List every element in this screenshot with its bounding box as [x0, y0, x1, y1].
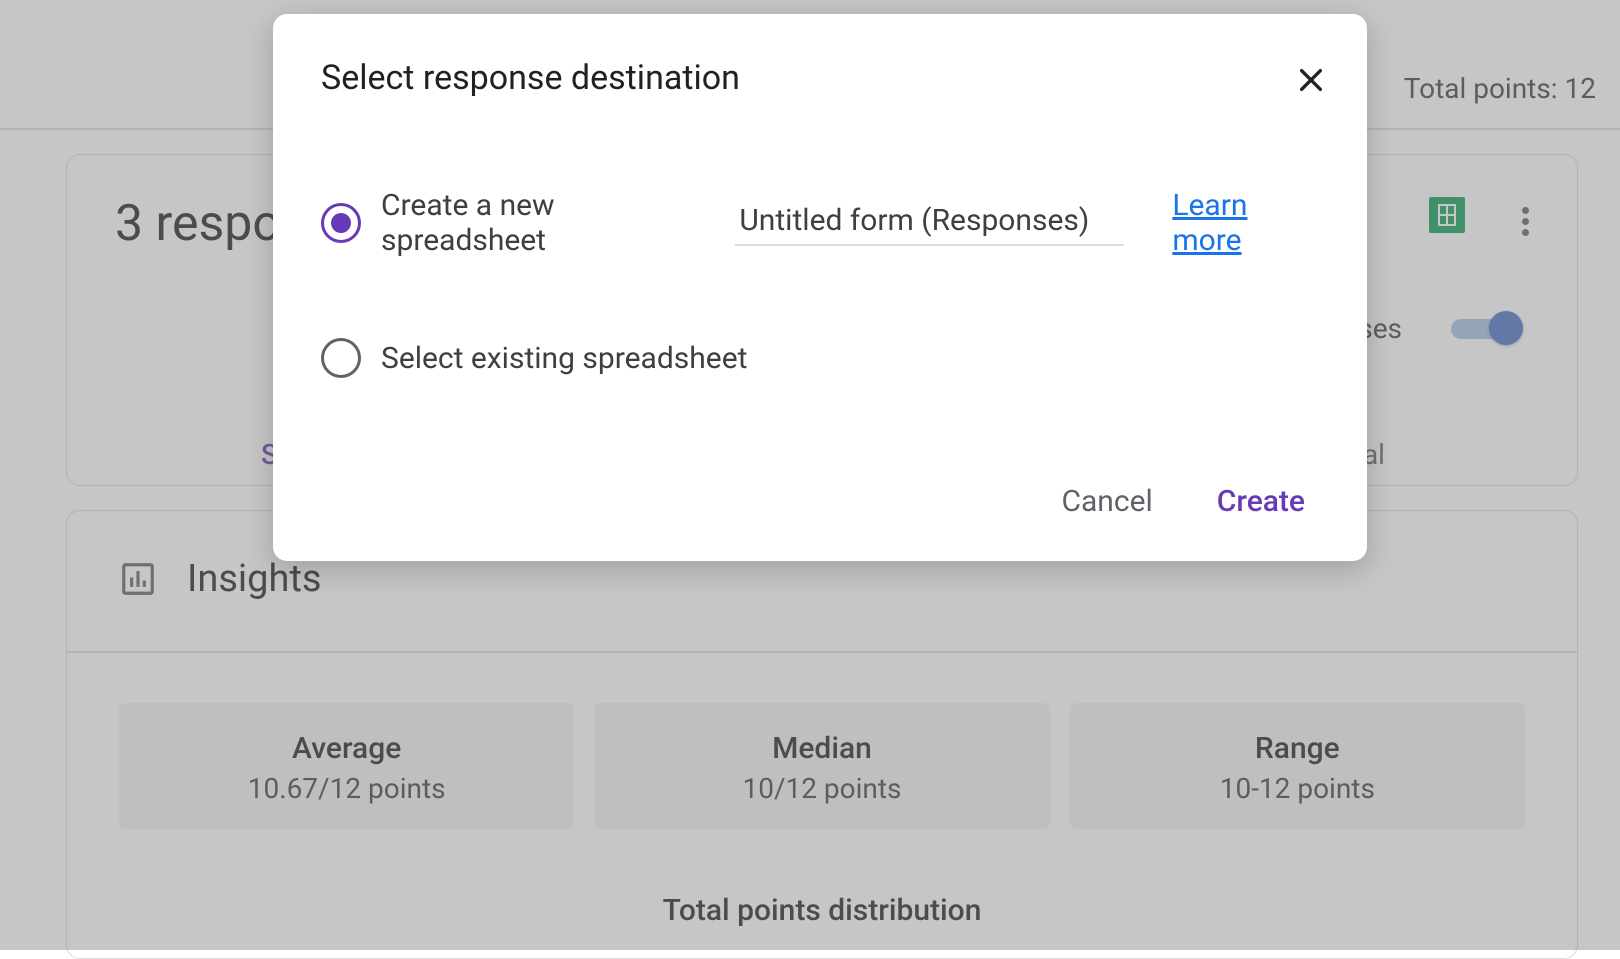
radio-create-new[interactable]: [321, 203, 361, 243]
cancel-button[interactable]: Cancel: [1053, 478, 1160, 525]
spreadsheet-name-input[interactable]: [735, 201, 1124, 246]
option-create-label: Create a new spreadsheet: [381, 188, 715, 258]
close-icon[interactable]: [1289, 58, 1333, 106]
create-button[interactable]: Create: [1209, 478, 1313, 525]
response-destination-modal: Select response destination Create a new…: [273, 14, 1367, 561]
modal-title: Select response destination: [321, 58, 1319, 98]
radio-select-existing[interactable]: [321, 338, 361, 378]
option-existing-label: Select existing spreadsheet: [381, 341, 747, 376]
learn-more-link[interactable]: Learn more: [1172, 188, 1319, 258]
